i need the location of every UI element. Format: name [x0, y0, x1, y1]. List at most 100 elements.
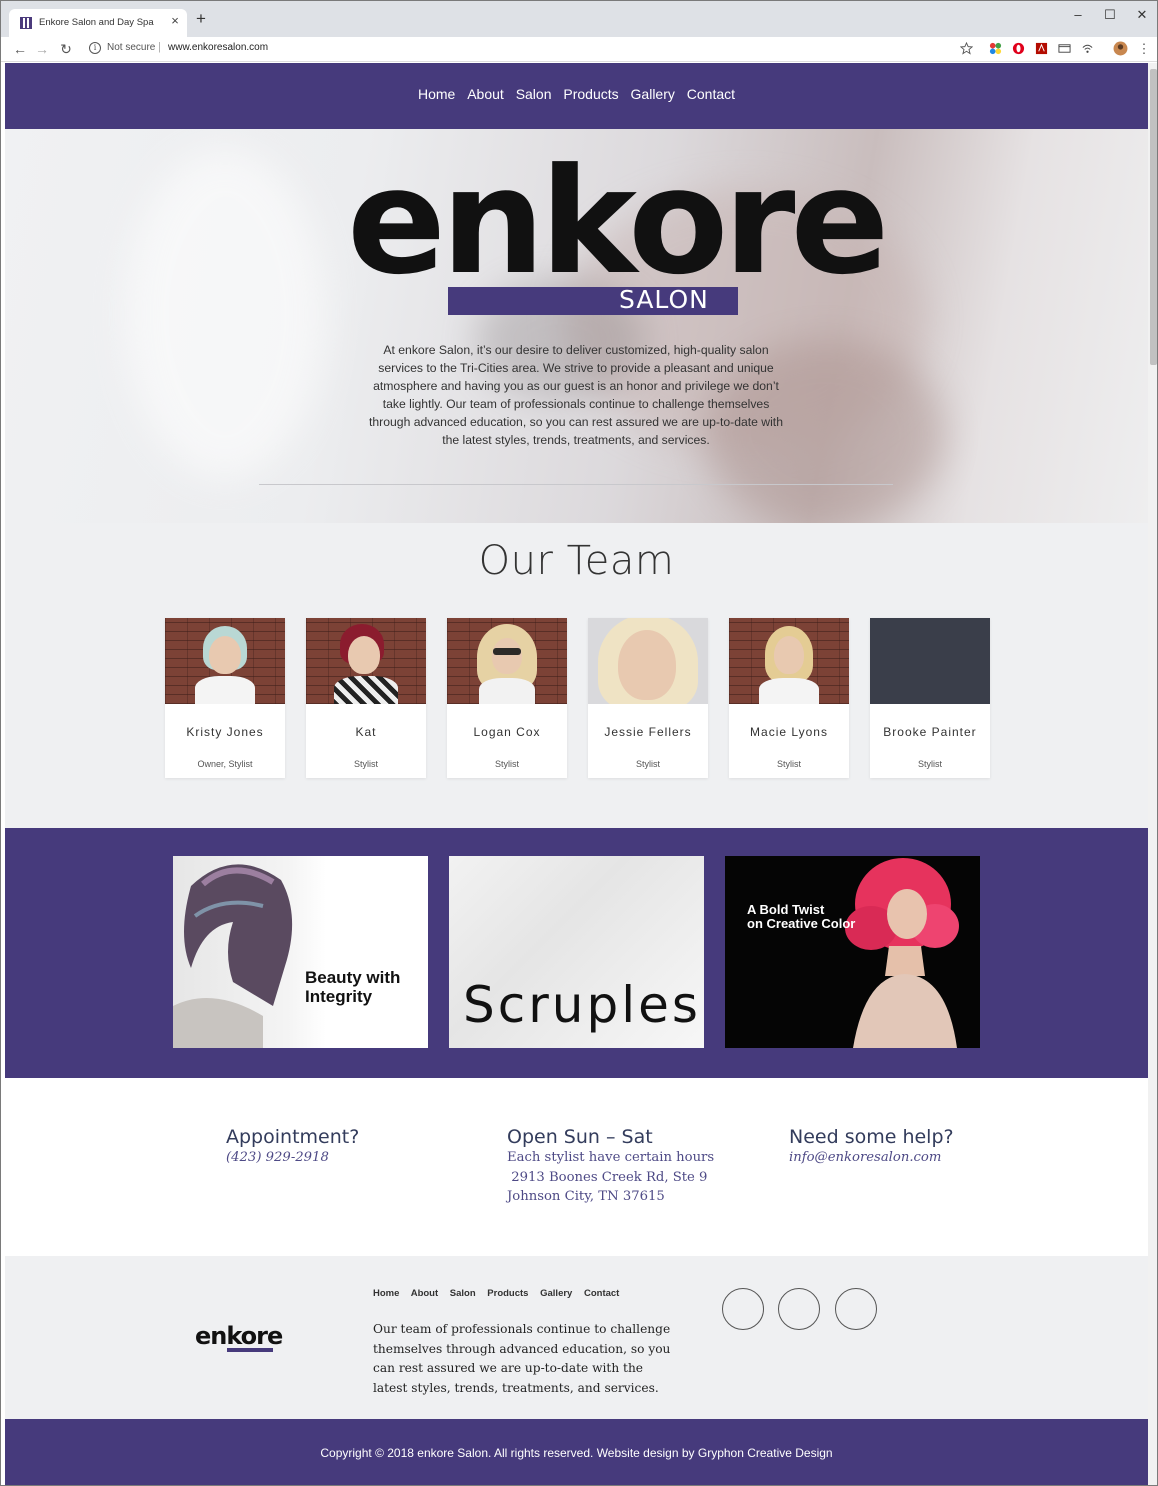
- footer-logo-bar: [227, 1348, 273, 1352]
- help-heading: Need some help?: [789, 1126, 954, 1148]
- footer-nav-salon[interactable]: Salon: [450, 1288, 476, 1299]
- brands-section: Beauty with Integrity Scruples ® A Bold …: [5, 828, 1148, 1078]
- footer-nav-about[interactable]: About: [411, 1288, 438, 1299]
- back-icon[interactable]: ←: [11, 40, 29, 58]
- model-red-hair-image: [845, 858, 959, 1048]
- appointment-block: Appointment? (423) 929-2918: [226, 1126, 359, 1168]
- hours-heading: Open Sun – Sat: [507, 1126, 653, 1148]
- scrollbar-thumb[interactable]: [1150, 69, 1157, 365]
- email-link[interactable]: info@enkoresalon.com: [789, 1148, 954, 1168]
- pdf-extension-icon[interactable]: [1035, 42, 1048, 55]
- close-window-button[interactable]: ✕: [1127, 7, 1157, 23]
- address-bar[interactable]: i Not secure | www.enkoresalon.com: [85, 39, 985, 59]
- team-member-name: Jessie Fellers: [604, 725, 692, 739]
- hours-block: Open Sun – Sat Each stylist have certain…: [507, 1126, 714, 1207]
- hours-note: Each stylist have certain hours: [507, 1150, 715, 1165]
- site-header: Home About Salon Products Gallery Contac…: [5, 63, 1148, 129]
- brand-tagline: Beauty with Integrity: [305, 968, 425, 1006]
- tab-title: Enkore Salon and Day Spa: [39, 17, 154, 28]
- team-photo-kat: [306, 618, 426, 704]
- tab-strip: Enkore Salon and Day Spa × + – ☐ ✕: [1, 1, 1157, 37]
- appointment-heading: Appointment?: [226, 1126, 360, 1148]
- team-heading: Our Team: [478, 538, 675, 584]
- reload-icon[interactable]: ↻: [57, 40, 75, 58]
- team-card[interactable]: Brooke Painter Stylist: [870, 618, 990, 778]
- team-photo-logan: [447, 618, 567, 704]
- nav-products[interactable]: Products: [563, 86, 618, 102]
- brand-tile-beauty[interactable]: Beauty with Integrity: [173, 856, 428, 1048]
- hero-divider: [259, 484, 893, 485]
- footer-nav-home[interactable]: Home: [373, 1288, 399, 1299]
- page-scrollbar[interactable]: [1148, 63, 1157, 1485]
- team-photo-macie: [729, 618, 849, 704]
- team-card[interactable]: Jessie Fellers Stylist: [588, 618, 708, 778]
- address-line2: Johnson City, TN 37615: [507, 1189, 665, 1204]
- team-card[interactable]: Macie Lyons Stylist: [729, 618, 849, 778]
- twitter-icon[interactable]: [835, 1288, 877, 1330]
- nav-contact[interactable]: Contact: [687, 86, 735, 102]
- contact-info-section: Appointment? (423) 929-2918 Open Sun – S…: [5, 1078, 1148, 1256]
- team-photo-jessie: [588, 618, 708, 704]
- team-section: Our Team Kristy Jones Owner, Stylist Kat…: [5, 523, 1148, 828]
- footer-nav-products[interactable]: Products: [487, 1288, 528, 1299]
- team-member-role: Stylist: [776, 759, 801, 769]
- brand-headline: A Bold Twist on Creative Color: [747, 903, 855, 931]
- site-favicon-icon: [20, 17, 32, 29]
- browser-toolbar: ← → ↻ i Not secure | www.enkoresalon.com…: [1, 37, 1157, 62]
- profile-avatar-icon[interactable]: [1113, 41, 1128, 56]
- browser-window: Enkore Salon and Day Spa × + – ☐ ✕ ← → ↻…: [0, 0, 1158, 1486]
- hero-logo-wordmark: enkore: [347, 137, 889, 307]
- url-text[interactable]: www.enkoresalon.com: [168, 42, 268, 53]
- team-member-role: Owner, Stylist: [197, 759, 253, 769]
- cast-icon[interactable]: [1058, 42, 1071, 55]
- maximize-button[interactable]: ☐: [1095, 7, 1125, 23]
- brand-tagline-line2: Integrity: [305, 987, 373, 1006]
- footer-nav-gallery[interactable]: Gallery: [540, 1288, 572, 1299]
- hero-photo-blur: [125, 149, 325, 479]
- opera-extension-icon[interactable]: [1012, 42, 1025, 55]
- registered-mark: ®: [689, 1013, 695, 1022]
- brand-headline-line2: on Creative Color: [747, 916, 856, 931]
- copyright-text: Copyright © 2018 enkore Salon. All right…: [320, 1446, 833, 1460]
- team-card[interactable]: Kat Stylist: [306, 618, 426, 778]
- team-member-role: Stylist: [917, 759, 942, 769]
- team-photo-placeholder: [870, 618, 990, 704]
- facebook-icon[interactable]: [722, 1288, 764, 1330]
- site-footer: enkore Home About Salon Products Gallery…: [5, 1256, 1148, 1419]
- nav-home[interactable]: Home: [418, 86, 455, 102]
- team-member-name: Macie Lyons: [750, 725, 828, 739]
- new-tab-button[interactable]: +: [193, 10, 209, 27]
- menu-kebab-icon[interactable]: ⋮: [1135, 40, 1153, 58]
- close-tab-icon[interactable]: ×: [167, 13, 183, 28]
- footer-nav-contact[interactable]: Contact: [584, 1288, 619, 1299]
- nav-about[interactable]: About: [467, 86, 504, 102]
- brand-headline-line1: A Bold Twist: [747, 902, 825, 917]
- scruples-logo: Scruples: [463, 976, 701, 1034]
- address-line1: 2913 Boones Creek Rd, Ste 9: [507, 1169, 708, 1185]
- brand-tile-scruples[interactable]: Scruples ®: [449, 856, 704, 1048]
- info-icon[interactable]: i: [89, 42, 101, 54]
- team-member-name: Kat: [355, 725, 377, 739]
- phone-link[interactable]: (423) 929-2918: [226, 1148, 359, 1168]
- copyright-bar: Copyright © 2018 enkore Salon. All right…: [5, 1419, 1148, 1485]
- wifi-extension-icon[interactable]: [1081, 42, 1094, 55]
- browser-tab[interactable]: Enkore Salon and Day Spa ×: [9, 9, 187, 37]
- brand-tile-bold-color[interactable]: A Bold Twist on Creative Color: [725, 856, 980, 1048]
- footer-about-text: Our team of professionals continue to ch…: [373, 1322, 671, 1395]
- nav-gallery[interactable]: Gallery: [631, 86, 675, 102]
- nav-salon[interactable]: Salon: [516, 86, 552, 102]
- footer-nav: Home About Salon Products Gallery Contac…: [373, 1288, 628, 1299]
- brand-tagline-line1: Beauty with: [305, 968, 401, 987]
- extension-pinwheel-icon[interactable]: [989, 42, 1002, 55]
- minimize-button[interactable]: –: [1063, 7, 1093, 22]
- team-member-name: Logan Cox: [473, 725, 541, 739]
- model-silhouette-image: [173, 864, 293, 1048]
- forward-icon[interactable]: →: [33, 40, 51, 58]
- team-card[interactable]: Logan Cox Stylist: [447, 618, 567, 778]
- instagram-icon[interactable]: [778, 1288, 820, 1330]
- team-member-role: Stylist: [635, 759, 660, 769]
- bookmark-star-icon[interactable]: [960, 42, 973, 55]
- footer-logo[interactable]: enkore: [195, 1322, 283, 1350]
- team-card[interactable]: Kristy Jones Owner, Stylist: [165, 618, 285, 778]
- team-member-role: Stylist: [494, 759, 519, 769]
